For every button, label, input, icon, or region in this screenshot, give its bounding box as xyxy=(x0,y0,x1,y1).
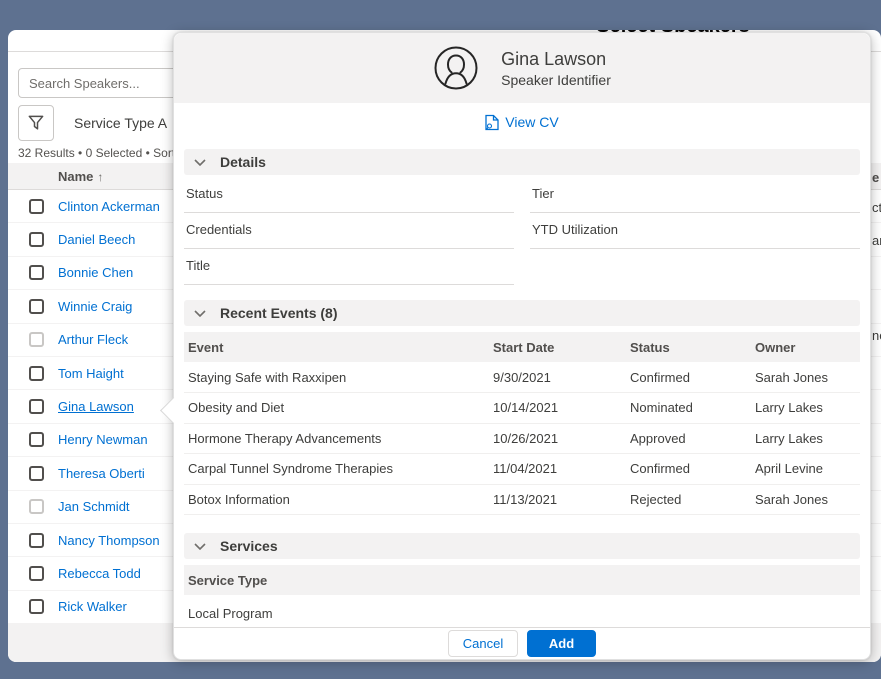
event-name: Carpal Tunnel Syndrome Therapies xyxy=(184,454,489,485)
speaker-name-heading: Gina Lawson xyxy=(501,49,611,70)
section-details-toggle[interactable]: Details xyxy=(184,149,860,175)
speaker-link[interactable]: Winnie Craig xyxy=(58,299,132,314)
event-status: Nominated xyxy=(626,393,751,424)
event-owner: Larry Lakes xyxy=(751,393,860,424)
row-checkbox[interactable] xyxy=(29,599,44,614)
event-owner: Sarah Jones xyxy=(751,362,860,393)
speaker-link[interactable]: Daniel Beech xyxy=(58,232,135,247)
table-row: Hormone Therapy Advancements 10/26/2021 … xyxy=(184,423,860,454)
speaker-link[interactable]: Clinton Ackerman xyxy=(58,199,160,214)
section-title: Recent Events (8) xyxy=(220,305,337,321)
field-credentials: Credentials xyxy=(184,213,514,249)
document-preview-icon xyxy=(485,114,499,131)
row-checkbox[interactable] xyxy=(29,199,44,214)
speaker-link[interactable]: Arthur Fleck xyxy=(58,332,128,347)
row-checkbox[interactable] xyxy=(29,232,44,247)
recent-events-table: Event Start Date Status Owner Staying Sa… xyxy=(184,332,860,515)
event-name: Hormone Therapy Advancements xyxy=(184,423,489,454)
event-status: Rejected xyxy=(626,484,751,515)
sort-ascending-icon: ↑ xyxy=(97,170,103,184)
row-checkbox[interactable] xyxy=(29,432,44,447)
clipped-cell-fragment: cto xyxy=(872,200,881,215)
event-start-date: 10/14/2021 xyxy=(489,393,626,424)
event-owner: Sarah Jones xyxy=(751,484,860,515)
field-status: Status xyxy=(184,177,514,213)
column-header-name[interactable]: Name↑ xyxy=(8,169,103,184)
row-checkbox[interactable] xyxy=(29,332,44,347)
cancel-button[interactable]: Cancel xyxy=(448,630,518,657)
column-header: Event xyxy=(184,332,489,362)
event-name: Botox Information xyxy=(184,484,489,515)
table-row: Staying Safe with Raxxipen 9/30/2021 Con… xyxy=(184,362,860,393)
event-start-date: 9/30/2021 xyxy=(489,362,626,393)
filter-button[interactable] xyxy=(18,105,54,141)
column-header: Start Date xyxy=(489,332,626,362)
event-owner: April Levine xyxy=(751,454,860,485)
event-start-date: 11/04/2021 xyxy=(489,454,626,485)
speaker-link[interactable]: Rebecca Todd xyxy=(58,566,141,581)
event-start-date: 11/13/2021 xyxy=(489,484,626,515)
view-cv-link[interactable]: View CV xyxy=(485,114,558,131)
row-checkbox[interactable] xyxy=(29,265,44,280)
field-tier: Tier xyxy=(530,177,860,213)
event-status: Approved xyxy=(626,423,751,454)
table-row: Carpal Tunnel Syndrome Therapies 11/04/2… xyxy=(184,454,860,485)
popover-header: Gina Lawson Speaker Identifier xyxy=(174,33,870,103)
section-title: Services xyxy=(220,538,278,554)
popover-body: Details Status Credentials Title Tier xyxy=(174,149,870,632)
event-status: Confirmed xyxy=(626,454,751,485)
row-checkbox[interactable] xyxy=(29,466,44,481)
row-checkbox[interactable] xyxy=(29,533,44,548)
events-header-row: Event Start Date Status Owner xyxy=(184,332,860,362)
speaker-link[interactable]: Henry Newman xyxy=(58,432,148,447)
column-header: Status xyxy=(626,332,751,362)
column-header: Service Type xyxy=(184,565,860,595)
speaker-link[interactable]: Bonnie Chen xyxy=(58,265,133,280)
event-owner: Larry Lakes xyxy=(751,423,860,454)
section-title: Details xyxy=(220,154,266,170)
speaker-link[interactable]: Gina Lawson xyxy=(58,399,134,414)
event-name: Staying Safe with Raxxipen xyxy=(184,362,489,393)
funnel-icon xyxy=(26,113,46,133)
services-header-row: Service Type xyxy=(184,565,860,595)
clipped-column-header-fragment: e xyxy=(872,170,879,185)
speaker-link[interactable]: Jan Schmidt xyxy=(58,499,130,514)
user-avatar-icon xyxy=(433,45,479,91)
speaker-link[interactable]: Theresa Oberti xyxy=(58,466,145,481)
column-header: Owner xyxy=(751,332,860,362)
field-title: Title xyxy=(184,249,514,285)
row-checkbox[interactable] xyxy=(29,299,44,314)
event-name: Obesity and Diet xyxy=(184,393,489,424)
speaker-link[interactable]: Rick Walker xyxy=(58,599,127,614)
services-table: Service Type Local Program xyxy=(184,565,860,632)
section-services-toggle[interactable]: Services xyxy=(184,533,860,559)
clipped-cell-fragment: art xyxy=(872,233,881,248)
field-ytd-utilization: YTD Utilization xyxy=(530,213,860,249)
row-checkbox[interactable] xyxy=(29,499,44,514)
table-row: Botox Information 11/13/2021 Rejected Sa… xyxy=(184,484,860,515)
row-checkbox[interactable] xyxy=(29,566,44,581)
row-checkbox[interactable] xyxy=(29,366,44,381)
speaker-role-subtitle: Speaker Identifier xyxy=(501,72,611,88)
popover-footer: Cancel Add xyxy=(174,627,870,659)
event-status: Confirmed xyxy=(626,362,751,393)
event-start-date: 10/26/2021 xyxy=(489,423,626,454)
details-fields: Status Credentials Title Tier YTD Utiliz… xyxy=(184,177,860,285)
view-cv-row: View CV xyxy=(174,103,870,141)
chevron-down-icon xyxy=(194,159,206,166)
section-recent-events-toggle[interactable]: Recent Events (8) xyxy=(184,300,860,326)
speaker-link[interactable]: Nancy Thompson xyxy=(58,533,160,548)
results-summary: 32 Results • 0 Selected • Sort xyxy=(18,146,175,160)
add-button[interactable]: Add xyxy=(527,630,596,657)
speaker-link[interactable]: Tom Haight xyxy=(58,366,124,381)
table-row: Obesity and Diet 10/14/2021 Nominated La… xyxy=(184,393,860,424)
chevron-down-icon xyxy=(194,310,206,317)
clipped-cell-fragment: ne xyxy=(872,328,881,343)
row-checkbox[interactable] xyxy=(29,399,44,414)
filter-label: Service Type A xyxy=(74,115,167,131)
filter-row: Service Type A xyxy=(18,105,167,141)
chevron-down-icon xyxy=(194,543,206,550)
speaker-detail-popover: Gina Lawson Speaker Identifier View CV D… xyxy=(173,32,871,660)
